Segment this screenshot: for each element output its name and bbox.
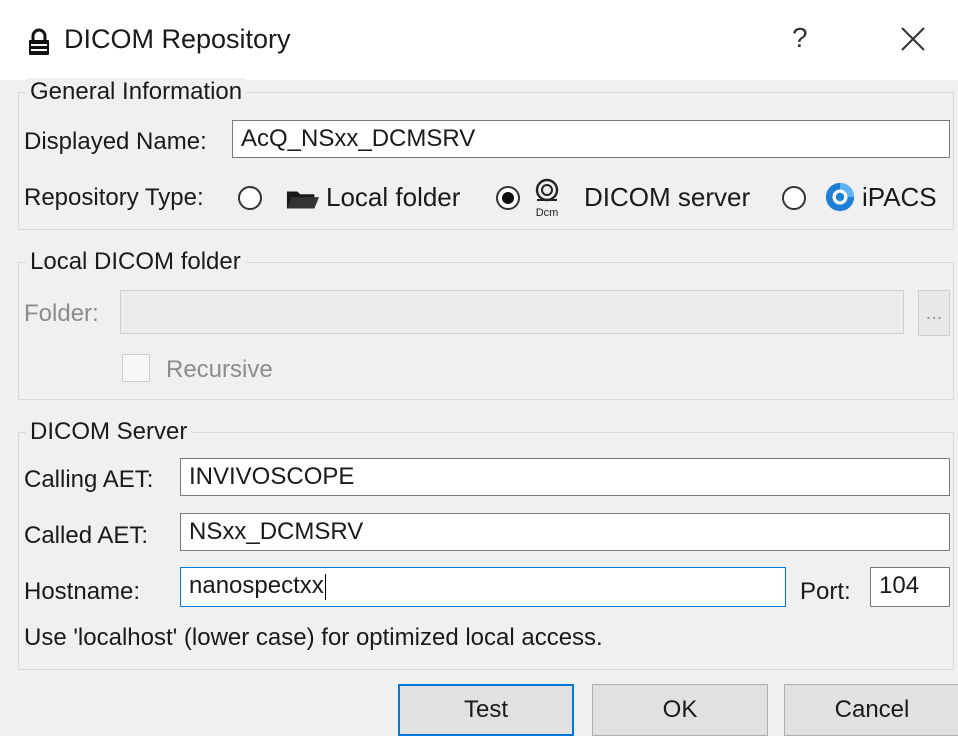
ipacs-option-label[interactable]: iPACS	[862, 182, 937, 213]
window-title: DICOM Repository	[64, 24, 291, 54]
repository-type-label: Repository Type:	[24, 184, 204, 211]
called-aet-field[interactable]: NSxx_DCMSRV	[180, 513, 950, 551]
radio-dicom-server[interactable]	[496, 186, 520, 210]
dicom-server-title: DICOM Server	[26, 418, 192, 446]
folder-icon	[286, 191, 320, 209]
ok-button[interactable]: OK	[592, 684, 768, 736]
localhost-hint: Use 'localhost' (lower case) for optimiz…	[24, 624, 603, 651]
local-folder-option-label[interactable]: Local folder	[326, 182, 460, 213]
recursive-checkbox[interactable]	[122, 354, 150, 382]
close-icon[interactable]	[896, 18, 930, 58]
help-button[interactable]: ?	[792, 22, 808, 54]
displayed-name-label: Displayed Name:	[24, 128, 207, 155]
dicom-server-option-label[interactable]: DICOM server	[584, 182, 750, 213]
text-caret	[324, 573, 326, 600]
lock-icon	[29, 28, 49, 55]
folder-label: Folder:	[24, 300, 99, 327]
recursive-label: Recursive	[166, 356, 273, 383]
local-dicom-folder-title: Local DICOM folder	[26, 248, 245, 276]
cancel-button[interactable]: Cancel	[784, 684, 958, 736]
dicom-server-icon: Dcm	[536, 178, 559, 219]
ipacs-icon	[825, 182, 855, 212]
hostname-field[interactable]: nanospectxx	[180, 567, 786, 607]
browse-folder-button[interactable]: ...	[918, 290, 950, 336]
calling-aet-field[interactable]: INVIVOSCOPE	[180, 458, 950, 496]
hostname-label: Hostname:	[24, 578, 141, 605]
radio-ipacs[interactable]	[782, 186, 806, 210]
calling-aet-label: Calling AET:	[24, 466, 154, 493]
title-bar: DICOM Repository ?	[0, 0, 958, 80]
port-field[interactable]: 104	[870, 567, 950, 607]
dcm-icon-text: Dcm	[536, 207, 559, 219]
hostname-value: nanospectxx	[189, 572, 324, 599]
port-label: Port:	[800, 578, 851, 605]
folder-field[interactable]	[120, 290, 904, 334]
general-information-title: General Information	[26, 78, 247, 106]
radio-local-folder[interactable]	[238, 186, 262, 210]
displayed-name-field[interactable]: AcQ_NSxx_DCMSRV	[232, 120, 950, 158]
test-button[interactable]: Test	[398, 684, 574, 736]
called-aet-label: Called AET:	[24, 522, 149, 549]
